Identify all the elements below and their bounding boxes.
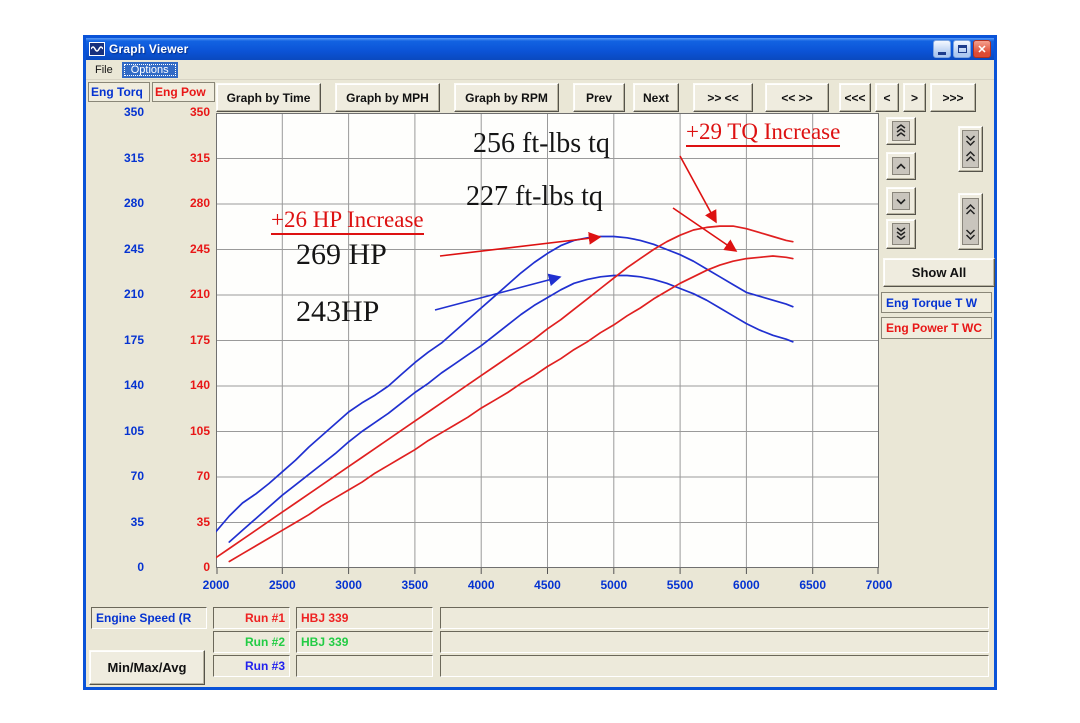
- run3-comment-field[interactable]: [440, 655, 989, 677]
- y-tick-power: 350: [166, 105, 210, 119]
- y-tick-power: 280: [166, 196, 210, 210]
- run1-label: Run #1: [213, 607, 290, 629]
- x-tick-rpm: 6000: [721, 578, 771, 592]
- y-tick-torque: 35: [96, 515, 144, 529]
- y-tick-torque: 210: [96, 287, 144, 301]
- run2-name-field[interactable]: HBJ 339: [296, 631, 433, 653]
- y-tick-torque: 350: [96, 105, 144, 119]
- graph-viewer-window: Graph Viewer ✕ File Options Eng Torq Eng…: [83, 35, 997, 690]
- scroll-down-fast-icon: [892, 223, 910, 245]
- zoom-in-vertical-icon: [962, 130, 979, 168]
- scroll-left-fast-button[interactable]: <<<: [839, 83, 871, 112]
- y-tick-torque: 105: [96, 424, 144, 438]
- maximize-button[interactable]: [953, 40, 971, 58]
- scroll-down-button[interactable]: [886, 187, 916, 215]
- zoom-out-horizontal-button[interactable]: << >>: [765, 83, 829, 112]
- zoom-out-vertical-button[interactable]: [958, 193, 983, 250]
- y-tick-torque: 0: [96, 560, 144, 574]
- desktop: Graph Viewer ✕ File Options Eng Torq Eng…: [0, 0, 1080, 723]
- x-tick-rpm: 4500: [523, 578, 573, 592]
- menu-bar: File Options: [86, 60, 994, 80]
- y-tick-torque: 280: [96, 196, 144, 210]
- close-icon: ✕: [977, 43, 986, 56]
- annotation-tq-increase: +29 TQ Increase: [686, 120, 840, 147]
- series-box-power[interactable]: Eng Power T WC: [881, 317, 992, 339]
- x-tick-rpm: 5500: [655, 578, 705, 592]
- zoom-in-vertical-button[interactable]: [958, 126, 983, 172]
- annotation-227-tq: 227 ft-lbs tq: [466, 183, 603, 211]
- run3-label: Run #3: [213, 655, 290, 677]
- min-max-avg-button[interactable]: Min/Max/Avg: [89, 650, 205, 685]
- y-tick-power: 245: [166, 242, 210, 256]
- close-button[interactable]: ✕: [973, 40, 991, 58]
- minimize-icon: [938, 52, 946, 55]
- y-tick-torque: 175: [96, 333, 144, 347]
- run2-label: Run #2: [213, 631, 290, 653]
- scroll-down-fast-button[interactable]: [886, 219, 916, 249]
- scroll-left-button[interactable]: <: [875, 83, 899, 112]
- annotation-256-tq: 256 ft-lbs tq: [473, 130, 610, 158]
- scroll-down-icon: [892, 192, 910, 210]
- main-content: Eng Torq Eng Pow Graph by Time Graph by …: [86, 80, 994, 686]
- axis-header-power[interactable]: Eng Pow: [152, 82, 215, 102]
- menu-file[interactable]: File: [86, 62, 122, 78]
- zoom-out-vertical-icon: [962, 198, 979, 245]
- x-tick-rpm: 6500: [788, 578, 838, 592]
- y-tick-power: 105: [166, 424, 210, 438]
- menu-options[interactable]: Options: [122, 62, 178, 78]
- graph-by-rpm-button[interactable]: Graph by RPM: [454, 83, 559, 112]
- x-axis-field[interactable]: Engine Speed (R: [91, 607, 207, 629]
- scroll-up-fast-icon: [892, 121, 910, 141]
- y-tick-power: 315: [166, 151, 210, 165]
- y-tick-torque: 245: [96, 242, 144, 256]
- x-tick-rpm: 4000: [456, 578, 506, 592]
- run1-name-field[interactable]: HBJ 339: [296, 607, 433, 629]
- graph-by-mph-button[interactable]: Graph by MPH: [335, 83, 440, 112]
- minimize-button[interactable]: [933, 40, 951, 58]
- annotation-269-hp: 269 HP: [296, 240, 387, 270]
- scroll-up-fast-button[interactable]: [886, 117, 916, 145]
- x-tick-rpm: 2500: [257, 578, 307, 592]
- x-tick-rpm: 5000: [589, 578, 639, 592]
- graph-by-time-button[interactable]: Graph by Time: [216, 83, 321, 112]
- scroll-up-button[interactable]: [886, 152, 916, 180]
- series-box-torque[interactable]: Eng Torque T W: [881, 292, 992, 313]
- waveform-icon: [89, 42, 105, 56]
- y-tick-power: 35: [166, 515, 210, 529]
- zoom-in-horizontal-button[interactable]: >> <<: [693, 83, 753, 112]
- y-tick-power: 0: [166, 560, 210, 574]
- x-tick-rpm: 2000: [191, 578, 241, 592]
- y-tick-torque: 70: [96, 469, 144, 483]
- window-title: Graph Viewer: [109, 42, 933, 56]
- y-tick-torque: 315: [96, 151, 144, 165]
- show-all-button[interactable]: Show All: [883, 258, 995, 287]
- title-bar: Graph Viewer ✕: [86, 38, 994, 60]
- scroll-right-fast-button[interactable]: >>>: [930, 83, 976, 112]
- scroll-up-icon: [892, 157, 910, 175]
- y-tick-torque: 140: [96, 378, 144, 392]
- annotation-243-hp: 243HP: [296, 297, 379, 327]
- annotation-hp-increase: +26 HP Increase: [271, 208, 424, 235]
- x-tick-rpm: 3500: [390, 578, 440, 592]
- x-tick-rpm: 3000: [324, 578, 374, 592]
- run1-comment-field[interactable]: [440, 607, 989, 629]
- run3-name-field[interactable]: [296, 655, 433, 677]
- axis-header-torque[interactable]: Eng Torq: [88, 82, 150, 102]
- run2-comment-field[interactable]: [440, 631, 989, 653]
- prev-button[interactable]: Prev: [573, 83, 625, 112]
- x-tick-rpm: 7000: [854, 578, 904, 592]
- y-tick-power: 70: [166, 469, 210, 483]
- scroll-right-button[interactable]: >: [903, 83, 926, 112]
- maximize-icon: [958, 45, 967, 53]
- y-tick-power: 175: [166, 333, 210, 347]
- next-button[interactable]: Next: [633, 83, 679, 112]
- y-tick-power: 210: [166, 287, 210, 301]
- y-tick-power: 140: [166, 378, 210, 392]
